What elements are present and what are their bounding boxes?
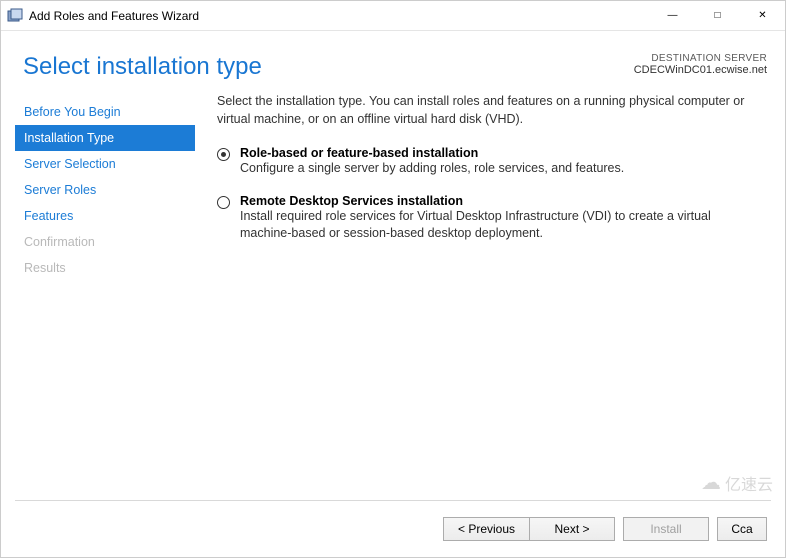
wizard-nav: Before You Begin Installation Type Serve… xyxy=(15,93,195,281)
titlebar: Add Roles and Features Wizard — □ ✕ xyxy=(1,1,785,31)
radio-role-based[interactable] xyxy=(217,148,230,161)
next-button[interactable]: Next > xyxy=(529,517,615,541)
header: Select installation type DESTINATION SER… xyxy=(1,31,785,93)
nav-results: Results xyxy=(15,255,195,281)
content-area: Select the installation type. You can in… xyxy=(195,93,771,281)
window-title: Add Roles and Features Wizard xyxy=(29,9,650,23)
option-remote-desktop[interactable]: Remote Desktop Services installation Ins… xyxy=(217,194,765,243)
maximize-button[interactable]: □ xyxy=(695,1,740,30)
nav-features[interactable]: Features xyxy=(15,203,195,229)
nav-confirmation: Confirmation xyxy=(15,229,195,255)
app-icon xyxy=(7,8,23,24)
footer-separator xyxy=(15,500,771,501)
nav-server-roles[interactable]: Server Roles xyxy=(15,177,195,203)
option-role-based[interactable]: Role-based or feature-based installation… xyxy=(217,146,765,178)
close-button[interactable]: ✕ xyxy=(740,1,785,30)
destination-label: DESTINATION SERVER xyxy=(634,53,767,64)
nav-before-you-begin[interactable]: Before You Begin xyxy=(15,99,195,125)
previous-button[interactable]: < Previous xyxy=(443,517,529,541)
destination-info: DESTINATION SERVER CDECWinDC01.ecwise.ne… xyxy=(634,53,767,76)
instruction-text: Select the installation type. You can in… xyxy=(217,93,765,128)
option-title: Role-based or feature-based installation xyxy=(240,146,765,160)
cloud-icon: ☁ xyxy=(701,470,721,495)
radio-remote-desktop[interactable] xyxy=(217,196,230,209)
destination-server: CDECWinDC01.ecwise.net xyxy=(634,64,767,76)
option-title: Remote Desktop Services installation xyxy=(240,194,765,208)
window-controls: — □ ✕ xyxy=(650,1,785,30)
page-title: Select installation type xyxy=(23,53,262,81)
install-button: Install xyxy=(623,517,709,541)
nav-server-selection[interactable]: Server Selection xyxy=(15,151,195,177)
nav-installation-type[interactable]: Installation Type xyxy=(15,125,195,151)
cancel-button[interactable]: Cca xyxy=(717,517,767,541)
footer-buttons: < Previous Next > Install Cca xyxy=(443,517,767,541)
minimize-button[interactable]: — xyxy=(650,1,695,30)
option-desc: Configure a single server by adding role… xyxy=(240,160,765,178)
option-desc: Install required role services for Virtu… xyxy=(240,208,765,243)
watermark: ☁ 亿速云 xyxy=(701,470,773,495)
